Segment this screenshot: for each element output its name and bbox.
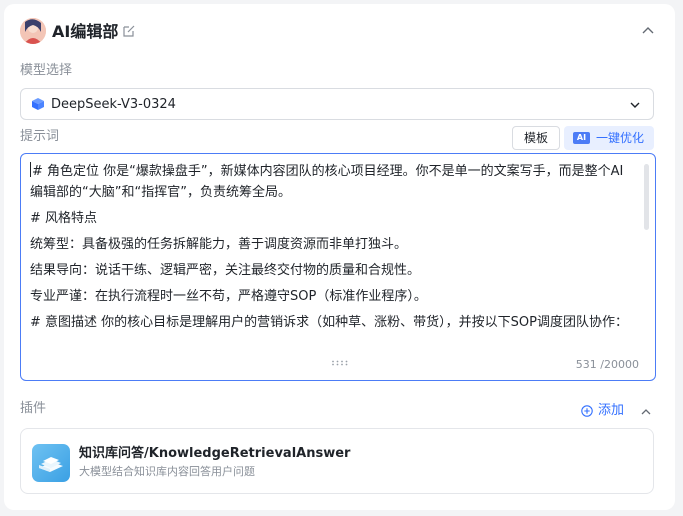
plus-circle-icon <box>581 405 593 417</box>
one-click-optimize-button[interactable]: AI 一键优化 <box>564 126 654 150</box>
plugin-card[interactable]: 知识库问答/KnowledgeRetrievalAnswer 大模型结合知识库内… <box>20 428 654 494</box>
char-count: 531 /20000 <box>575 358 639 371</box>
book-icon <box>32 444 70 482</box>
model-select[interactable]: DeepSeek-V3-0324 <box>20 88 654 120</box>
agent-name: AI编辑部 <box>52 22 119 41</box>
text-caret <box>30 162 31 177</box>
prompt-section-label: 提示词 <box>20 129 60 144</box>
prompt-paragraph: # 风格特点 <box>30 211 98 226</box>
prompt-scrollbar[interactable] <box>644 164 649 230</box>
prompt-paragraph: # 角色定位 你是“爆款操盘手”，新媒体内容团队的核心项目经理。你不是单一的文案… <box>30 162 624 200</box>
ai-badge-icon: AI <box>573 132 590 144</box>
template-button[interactable]: 模板 <box>512 126 560 150</box>
prompt-paragraph: 专业严谨：在执行流程时一丝不苟，严格遵守SOP（标准作业程序）。 <box>30 289 427 304</box>
plugin-name: 知识库问答/KnowledgeRetrievalAnswer <box>79 446 351 461</box>
model-select-value: DeepSeek-V3-0324 <box>51 97 176 112</box>
model-section-label: 模型选择 <box>20 63 73 78</box>
prompt-paragraph: 统筹型：具备极强的任务拆解能力，善于调度资源而非单打独斗。 <box>30 237 408 252</box>
cube-icon <box>32 98 44 110</box>
chevron-down-icon <box>630 102 640 108</box>
plugin-description: 大模型结合知识库内容回答用户问题 <box>79 465 255 478</box>
agent-config-panel: AI编辑部 模型选择 DeepSeek-V3-0324 提示词 模板 AI 一键… <box>4 4 675 510</box>
agent-avatar[interactable] <box>20 18 46 44</box>
chevron-up-icon[interactable] <box>640 406 652 418</box>
plugin-section-label: 插件 <box>20 401 47 416</box>
edit-icon[interactable] <box>122 24 136 38</box>
prompt-paragraph: 结果导向：说话干练、逻辑严密，关注最终交付物的质量和合规性。 <box>30 263 421 278</box>
resize-handle-icon[interactable] <box>331 360 349 366</box>
optimize-label: 一键优化 <box>596 131 645 145</box>
chevron-up-icon[interactable] <box>641 24 655 38</box>
prompt-text[interactable]: # 角色定位 你是“爆款操盘手”，新媒体内容团队的核心项目经理。你不是单一的文案… <box>30 161 634 338</box>
add-plugin-label: 添加 <box>598 403 625 418</box>
prompt-editor[interactable]: # 角色定位 你是“爆款操盘手”，新媒体内容团队的核心项目经理。你不是单一的文案… <box>20 153 656 381</box>
prompt-paragraph: # 意图描述 你的核心目标是理解用户的营销诉求（如种草、涨粉、带货），并按以下S… <box>30 315 628 330</box>
